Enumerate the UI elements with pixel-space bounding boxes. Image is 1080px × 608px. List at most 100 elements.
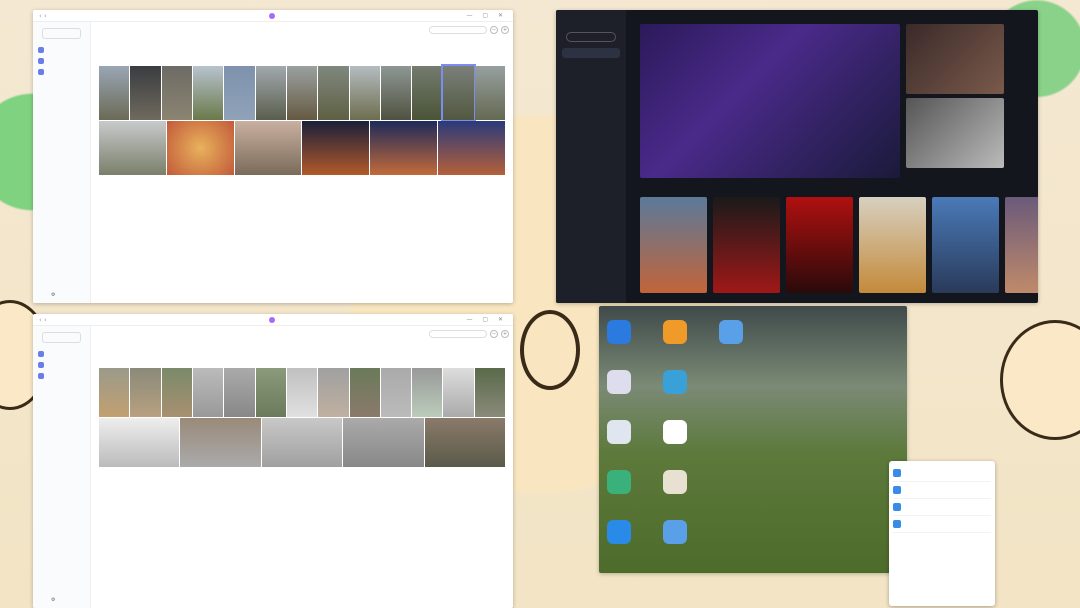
- photo-thumb[interactable]: [166, 121, 234, 175]
- back-forward-icon[interactable]: ‹ ›: [39, 12, 47, 20]
- featured-card[interactable]: [906, 98, 1004, 168]
- add-button[interactable]: [42, 28, 81, 39]
- photo-thumb[interactable]: [261, 418, 343, 467]
- photo-thumb[interactable]: [412, 66, 443, 120]
- photo-thumb[interactable]: [224, 368, 255, 417]
- photo-thumb[interactable]: [349, 66, 380, 120]
- nav-movies[interactable]: [562, 96, 620, 106]
- settings-button[interactable]: ⚙: [51, 597, 55, 603]
- settings-button[interactable]: ⚙: [51, 292, 55, 298]
- poster[interactable]: [932, 197, 999, 293]
- back-forward-icon[interactable]: ‹ ›: [39, 316, 47, 324]
- storage-icon[interactable]: [663, 470, 687, 494]
- photo-thumb[interactable]: [99, 418, 180, 467]
- zoom-out-icon[interactable]: −: [490, 330, 498, 338]
- photo-thumb[interactable]: [99, 66, 130, 120]
- photo-thumb[interactable]: [412, 368, 443, 417]
- ai-icon: [38, 47, 44, 53]
- app-logo-icon: [268, 316, 275, 323]
- sidebar-group-library[interactable]: [38, 362, 85, 368]
- featured-card[interactable]: [906, 24, 1004, 94]
- photo-thumb[interactable]: [286, 66, 318, 120]
- zoom-in-icon[interactable]: +: [501, 330, 509, 338]
- poster[interactable]: [1005, 197, 1038, 293]
- sidebar-group-albums[interactable]: [38, 69, 85, 75]
- photo-thumb[interactable]: [234, 121, 302, 175]
- hero-banner[interactable]: [640, 24, 900, 178]
- photo-thumb[interactable]: [192, 66, 224, 120]
- photo-thumb[interactable]: [161, 368, 192, 417]
- window-controls[interactable]: — ▢ ✕: [466, 316, 507, 323]
- media-window: [556, 10, 1038, 303]
- photo-thumb[interactable]: [180, 418, 261, 467]
- file-icon: [893, 503, 901, 511]
- photo-thumb[interactable]: [474, 368, 506, 417]
- doc-icon[interactable]: [607, 520, 631, 544]
- app-icon[interactable]: [663, 370, 687, 394]
- search-result-grid: [99, 368, 506, 467]
- file-icon: [893, 469, 901, 477]
- photo-thumb[interactable]: [380, 66, 412, 120]
- photo-thumb[interactable]: [302, 121, 370, 175]
- photo-thumb[interactable]: [99, 368, 130, 417]
- nav-tv[interactable]: [562, 106, 620, 116]
- photo-thumb[interactable]: [130, 368, 161, 417]
- nav-home[interactable]: [562, 48, 620, 58]
- photo-thumb[interactable]: [443, 368, 474, 417]
- photo-thumb[interactable]: [224, 66, 255, 120]
- library-icon: [38, 362, 44, 368]
- photo-thumb[interactable]: [255, 368, 286, 417]
- photo-thumb[interactable]: [343, 418, 424, 467]
- photo-thumb[interactable]: [370, 121, 438, 175]
- folder-icon[interactable]: [719, 320, 743, 344]
- task-row: [893, 482, 991, 499]
- window-titlebar: ‹ › — ▢ ✕: [33, 10, 513, 22]
- media-sidebar: [556, 10, 626, 303]
- poster[interactable]: [786, 197, 853, 293]
- sidebar-group-albums[interactable]: [38, 373, 85, 379]
- zoom-out-icon[interactable]: −: [490, 26, 498, 34]
- photo-thumb[interactable]: [424, 418, 506, 467]
- photo-thumb[interactable]: [318, 368, 349, 417]
- file-icon: [893, 486, 901, 494]
- zoom-in-icon[interactable]: +: [501, 26, 509, 34]
- task-row: [893, 516, 991, 533]
- sync-icon[interactable]: [663, 320, 687, 344]
- poster[interactable]: [859, 197, 926, 293]
- photo-thumb[interactable]: [318, 66, 349, 120]
- sidebar-group-library[interactable]: [38, 58, 85, 64]
- photo-thumb[interactable]: [286, 368, 318, 417]
- nav-favorites[interactable]: [562, 68, 620, 78]
- photo-thumb[interactable]: [192, 368, 224, 417]
- trash-icon[interactable]: [607, 370, 631, 394]
- search-input[interactable]: [429, 330, 487, 338]
- photo-thumb[interactable]: [474, 66, 506, 120]
- photo-thumb[interactable]: [161, 66, 192, 120]
- file-icon: [893, 520, 901, 528]
- photo-thumb[interactable]: [438, 121, 505, 175]
- window-controls[interactable]: — ▢ ✕: [466, 12, 507, 19]
- photo-thumb[interactable]: [99, 121, 166, 175]
- poster[interactable]: [713, 197, 780, 293]
- photo-thumb[interactable]: [349, 368, 380, 417]
- library-icon: [38, 58, 44, 64]
- photo-thumb[interactable]: [380, 368, 412, 417]
- sidebar-group-ai[interactable]: [38, 351, 85, 357]
- chart-icon[interactable]: [607, 320, 631, 344]
- poster[interactable]: [640, 197, 707, 293]
- photo-thumb-selected[interactable]: [441, 64, 476, 122]
- settings-icon[interactable]: [607, 420, 631, 444]
- vm-icon[interactable]: [663, 420, 687, 444]
- nav-demos[interactable]: [562, 116, 620, 126]
- photo-thumb[interactable]: [255, 66, 286, 120]
- image-folder-icon[interactable]: [663, 520, 687, 544]
- nav-history[interactable]: [562, 58, 620, 68]
- add-button[interactable]: [42, 332, 81, 343]
- new-category-button[interactable]: [566, 32, 616, 42]
- search-input[interactable]: [429, 26, 487, 34]
- app-logo-icon: [268, 12, 275, 19]
- photo-thumb[interactable]: [130, 66, 161, 120]
- security-icon[interactable]: [607, 470, 631, 494]
- sidebar-group-ai[interactable]: [38, 47, 85, 53]
- nav-all[interactable]: [562, 86, 620, 96]
